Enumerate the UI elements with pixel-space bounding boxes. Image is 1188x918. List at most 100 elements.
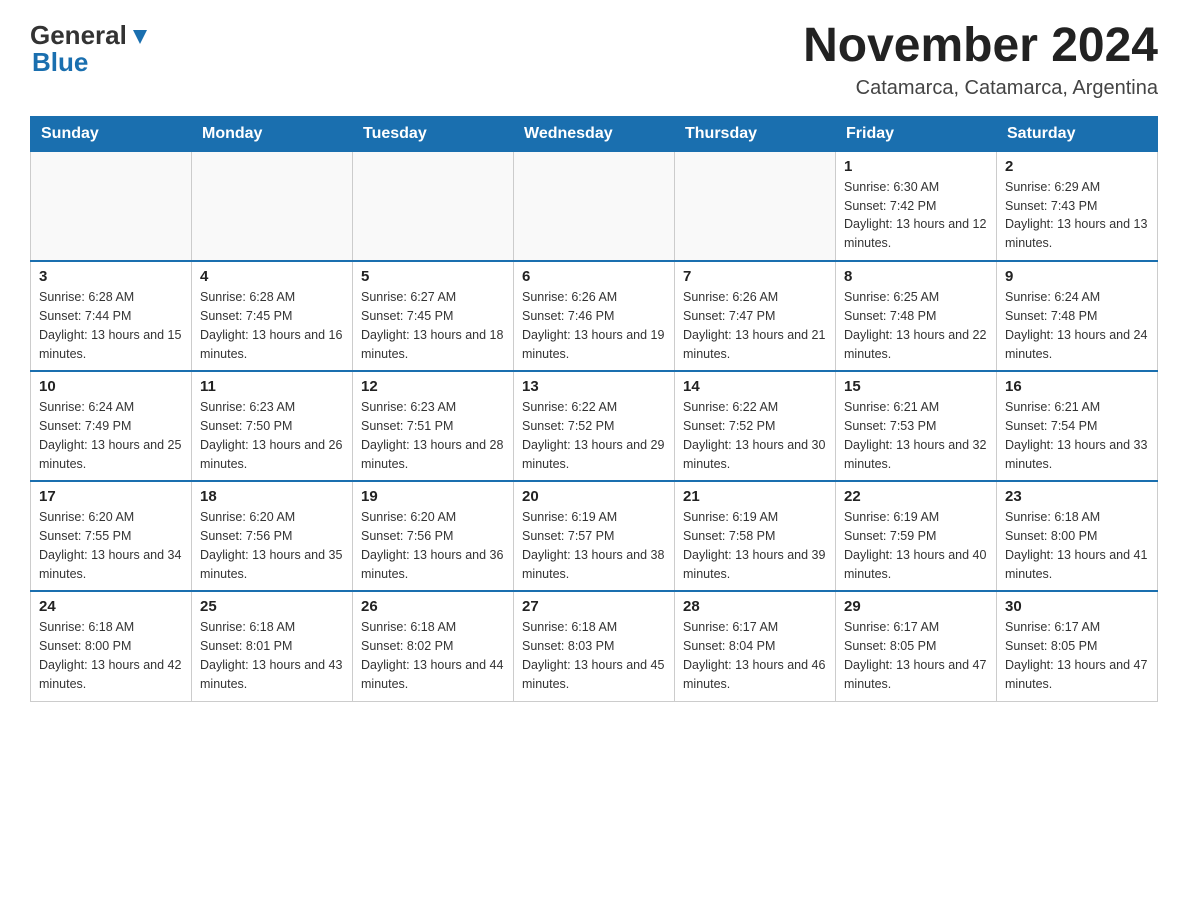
location-subtitle: Catamarca, Catamarca, Argentina — [803, 77, 1158, 100]
calendar-cell: 29Sunrise: 6:17 AMSunset: 8:05 PMDayligh… — [836, 591, 997, 701]
calendar-cell: 27Sunrise: 6:18 AMSunset: 8:03 PMDayligh… — [514, 591, 675, 701]
calendar-cell: 19 Sunrise: 6:20 AMSunset: 7:56 PMDayligh… — [353, 481, 514, 591]
calendar-cell: 1Sunrise: 6:30 AMSunset: 7:42 PMDaylight… — [836, 151, 997, 261]
calendar-cell: 12Sunrise: 6:23 AMSunset: 7:51 PMDayligh… — [353, 371, 514, 481]
calendar-cell: 8 Sunrise: 6:25 AMSunset: 7:48 PMDaylight… — [836, 261, 997, 371]
calendar-cell: 3Sunrise: 6:28 AMSunset: 7:44 PMDaylight… — [31, 261, 192, 371]
weekday-header-saturday: Saturday — [997, 116, 1158, 151]
calendar-cell: 6 Sunrise: 6:26 AMSunset: 7:46 PMDaylight… — [514, 261, 675, 371]
day-number: 26 — [361, 598, 505, 615]
day-number: 10 — [39, 378, 183, 395]
calendar-cell: 9 Sunrise: 6:24 AMSunset: 7:48 PMDaylight… — [997, 261, 1158, 371]
day-info: Sunrise: 6:23 AMSunset: 7:51 PMDaylight:… — [361, 398, 505, 473]
calendar-cell — [675, 151, 836, 261]
calendar-cell: 28 Sunrise: 6:17 AMSunset: 8:04 PMDayligh… — [675, 591, 836, 701]
day-info: Sunrise: 6:19 AMSunset: 7:57 PMDaylight:… — [522, 508, 666, 583]
day-number: 11 — [200, 378, 344, 395]
day-number: 14 — [683, 378, 827, 395]
day-number: 29 — [844, 598, 988, 615]
weekday-header-tuesday: Tuesday — [353, 116, 514, 151]
calendar-week-row: 24 Sunrise: 6:18 AMSunset: 8:00 PMDayligh… — [31, 591, 1158, 701]
day-info: Sunrise: 6:19 AMSunset: 7:59 PMDaylight:… — [844, 508, 988, 583]
calendar-cell: 7 Sunrise: 6:26 AMSunset: 7:47 PMDaylight… — [675, 261, 836, 371]
calendar-cell: 16 Sunrise: 6:21 AMSunset: 7:54 PMDayligh… — [997, 371, 1158, 481]
weekday-header-sunday: Sunday — [31, 116, 192, 151]
day-info: Sunrise: 6:18 AMSunset: 8:00 PMDaylight:… — [39, 618, 183, 693]
calendar-cell: 2 Sunrise: 6:29 AMSunset: 7:43 PMDaylight… — [997, 151, 1158, 261]
calendar-week-row: 3Sunrise: 6:28 AMSunset: 7:44 PMDaylight… — [31, 261, 1158, 371]
calendar-cell — [31, 151, 192, 261]
calendar-cell: 15 Sunrise: 6:21 AMSunset: 7:53 PMDayligh… — [836, 371, 997, 481]
day-number: 15 — [844, 378, 988, 395]
day-info: Sunrise: 6:23 AMSunset: 7:50 PMDaylight:… — [200, 398, 344, 473]
day-info: Sunrise: 6:27 AMSunset: 7:45 PMDaylight:… — [361, 288, 505, 363]
logo-blue: Blue — [32, 47, 88, 78]
calendar-cell — [353, 151, 514, 261]
day-info: Sunrise: 6:30 AMSunset: 7:42 PMDaylight:… — [844, 178, 988, 253]
day-info: Sunrise: 6:28 AMSunset: 7:44 PMDaylight:… — [39, 288, 183, 363]
calendar-cell: 23Sunrise: 6:18 AMSunset: 8:00 PMDayligh… — [997, 481, 1158, 591]
day-number: 22 — [844, 488, 988, 505]
day-info: Sunrise: 6:25 AMSunset: 7:48 PMDaylight:… — [844, 288, 988, 363]
calendar-cell: 21 Sunrise: 6:19 AMSunset: 7:58 PMDayligh… — [675, 481, 836, 591]
day-number: 2 — [1005, 158, 1149, 175]
day-number: 7 — [683, 268, 827, 285]
day-number: 17 — [39, 488, 183, 505]
page-header: General Blue November 2024 Catamarca, Ca… — [30, 20, 1158, 100]
day-info: Sunrise: 6:17 AMSunset: 8:04 PMDaylight:… — [683, 618, 827, 693]
day-info: Sunrise: 6:18 AMSunset: 8:02 PMDaylight:… — [361, 618, 505, 693]
calendar-cell: 11 Sunrise: 6:23 AMSunset: 7:50 PMDayligh… — [192, 371, 353, 481]
day-number: 21 — [683, 488, 827, 505]
logo-triangle-icon — [129, 26, 151, 48]
calendar-table: SundayMondayTuesdayWednesdayThursdayFrid… — [30, 116, 1158, 702]
day-info: Sunrise: 6:17 AMSunset: 8:05 PMDaylight:… — [1005, 618, 1149, 693]
day-info: Sunrise: 6:19 AMSunset: 7:58 PMDaylight:… — [683, 508, 827, 583]
calendar-week-row: 17 Sunrise: 6:20 AMSunset: 7:55 PMDayligh… — [31, 481, 1158, 591]
day-number: 6 — [522, 268, 666, 285]
day-number: 18 — [200, 488, 344, 505]
day-info: Sunrise: 6:26 AMSunset: 7:47 PMDaylight:… — [683, 288, 827, 363]
day-info: Sunrise: 6:20 AMSunset: 7:56 PMDaylight:… — [200, 508, 344, 583]
calendar-cell: 25Sunrise: 6:18 AMSunset: 8:01 PMDayligh… — [192, 591, 353, 701]
day-info: Sunrise: 6:22 AMSunset: 7:52 PMDaylight:… — [683, 398, 827, 473]
day-info: Sunrise: 6:20 AMSunset: 7:56 PMDaylight:… — [361, 508, 505, 583]
day-number: 28 — [683, 598, 827, 615]
day-number: 5 — [361, 268, 505, 285]
day-number: 16 — [1005, 378, 1149, 395]
calendar-week-row: 10 Sunrise: 6:24 AMSunset: 7:49 PMDayligh… — [31, 371, 1158, 481]
day-info: Sunrise: 6:26 AMSunset: 7:46 PMDaylight:… — [522, 288, 666, 363]
day-number: 9 — [1005, 268, 1149, 285]
day-info: Sunrise: 6:18 AMSunset: 8:01 PMDaylight:… — [200, 618, 344, 693]
calendar-cell: 5 Sunrise: 6:27 AMSunset: 7:45 PMDaylight… — [353, 261, 514, 371]
day-info: Sunrise: 6:21 AMSunset: 7:53 PMDaylight:… — [844, 398, 988, 473]
day-number: 24 — [39, 598, 183, 615]
calendar-cell: 20 Sunrise: 6:19 AMSunset: 7:57 PMDayligh… — [514, 481, 675, 591]
day-number: 13 — [522, 378, 666, 395]
calendar-week-row: 1Sunrise: 6:30 AMSunset: 7:42 PMDaylight… — [31, 151, 1158, 261]
day-number: 4 — [200, 268, 344, 285]
title-block: November 2024 Catamarca, Catamarca, Arge… — [803, 20, 1158, 100]
calendar-cell: 17 Sunrise: 6:20 AMSunset: 7:55 PMDayligh… — [31, 481, 192, 591]
day-info: Sunrise: 6:21 AMSunset: 7:54 PMDaylight:… — [1005, 398, 1149, 473]
calendar-cell: 10 Sunrise: 6:24 AMSunset: 7:49 PMDayligh… — [31, 371, 192, 481]
weekday-header-wednesday: Wednesday — [514, 116, 675, 151]
calendar-cell: 26 Sunrise: 6:18 AMSunset: 8:02 PMDayligh… — [353, 591, 514, 701]
calendar-cell: 18 Sunrise: 6:20 AMSunset: 7:56 PMDayligh… — [192, 481, 353, 591]
calendar-cell — [192, 151, 353, 261]
calendar-cell: 4Sunrise: 6:28 AMSunset: 7:45 PMDaylight… — [192, 261, 353, 371]
weekday-header-row: SundayMondayTuesdayWednesdayThursdayFrid… — [31, 116, 1158, 151]
day-info: Sunrise: 6:24 AMSunset: 7:48 PMDaylight:… — [1005, 288, 1149, 363]
calendar-cell — [514, 151, 675, 261]
day-number: 19 — [361, 488, 505, 505]
calendar-cell: 13Sunrise: 6:22 AMSunset: 7:52 PMDayligh… — [514, 371, 675, 481]
day-number: 20 — [522, 488, 666, 505]
day-info: Sunrise: 6:20 AMSunset: 7:55 PMDaylight:… — [39, 508, 183, 583]
day-number: 8 — [844, 268, 988, 285]
calendar-cell: 14 Sunrise: 6:22 AMSunset: 7:52 PMDayligh… — [675, 371, 836, 481]
day-info: Sunrise: 6:29 AMSunset: 7:43 PMDaylight:… — [1005, 178, 1149, 253]
day-info: Sunrise: 6:18 AMSunset: 8:03 PMDaylight:… — [522, 618, 666, 693]
day-number: 30 — [1005, 598, 1149, 615]
day-info: Sunrise: 6:24 AMSunset: 7:49 PMDaylight:… — [39, 398, 183, 473]
calendar-cell: 24 Sunrise: 6:18 AMSunset: 8:00 PMDayligh… — [31, 591, 192, 701]
weekday-header-monday: Monday — [192, 116, 353, 151]
